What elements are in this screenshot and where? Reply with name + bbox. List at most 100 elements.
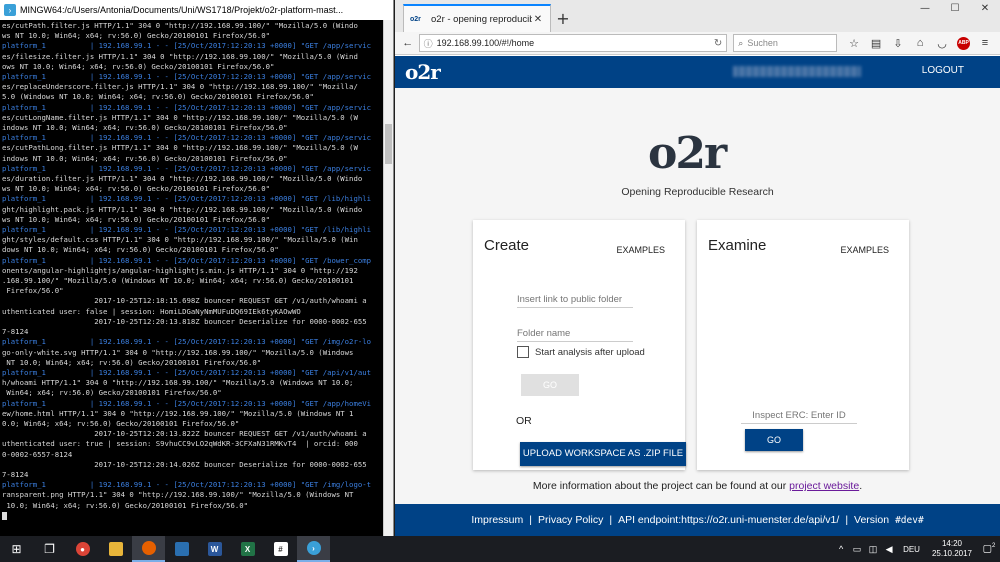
logout-button[interactable]: LOGOUT [922,65,964,76]
terminal-line: platform_1 | 192.168.99.1 - - [25/Oct/20… [2,225,372,235]
tray-chevron-up-icon[interactable]: ^ [833,544,849,554]
reload-icon[interactable]: ↻ [714,38,722,49]
terminal-line: uthenticated user: false | session: Homi… [2,306,301,316]
language-indicator[interactable]: DEU [903,545,920,554]
bookmark-star-icon[interactable]: ☆ [843,37,865,50]
terminal-prompt[interactable] [2,511,381,521]
desktop: › MINGW64:/c/Users/Antonia/Documents/Uni… [0,0,1000,562]
task-view-icon[interactable]: ❐ [33,536,66,562]
taskbar: ⊞ ❐ ● W X # › ^ ▭ ◫ ◀ DEU 14:20 25.10.20… [0,536,1000,562]
firefox-icon[interactable] [132,536,165,562]
terminal-line: ows NT 10.0; Win64; x64; rv:56.0) Gecko/… [2,61,275,71]
terminal-line: ew/home.html HTTP/1.1" 304 0 "http://192… [2,408,354,418]
download-icon[interactable]: ⇩ [887,37,909,50]
start-analysis-label: Start analysis after upload [535,346,645,358]
browser-window[interactable]: o2r o2r - opening reproducible ✕ + — ☐ ✕… [395,0,1000,536]
terminal-line: 0.0; Win64; x64; rv:56.0) Gecko/20100101… [2,418,240,428]
reading-list-icon[interactable]: ▤ [865,37,887,50]
notification-count: 2 [992,543,996,550]
slack-icon[interactable]: # [264,536,297,562]
terminal-window[interactable]: › MINGW64:/c/Users/Antonia/Documents/Uni… [0,0,394,536]
network-icon[interactable]: ◫ [865,544,881,555]
tab-close-icon[interactable]: ✕ [532,14,544,25]
new-tab-icon[interactable]: + [551,4,575,32]
clock-date: 25.10.2017 [931,549,972,558]
search-icon: ⌕ [738,37,744,48]
terminal-app-icon: › [4,4,16,16]
terminal-line: es/duration.filter.js HTTP/1.1" 304 0 "h… [2,174,363,184]
excel-icon[interactable]: X [231,536,264,562]
pocket-icon[interactable]: ◡ [931,37,953,50]
user-name-blurred[interactable] [733,66,861,77]
clock[interactable]: 14:20 25.10.2017 [932,539,972,559]
terminal-line: platform_1 | 192.168.99.1 - - [25/Oct/20… [2,255,372,265]
volume-icon[interactable]: ◀ [881,544,897,555]
terminal-line: .168.99.100/" "Mozilla/5.0 (Windows NT 1… [2,276,354,286]
upload-zip-button[interactable]: UPLOAD WORKSPACE AS .ZIP FILE [520,442,686,466]
api-endpoint-link[interactable]: API endpoint:https://o2r.uni-muenster.de… [618,514,839,526]
erc-id-input[interactable] [741,408,857,424]
terminal-scrollbar-thumb[interactable] [385,124,392,164]
terminal-line: 2017-10-25T12:20:13.822Z bouncer REQUEST… [2,429,367,439]
battery-icon[interactable]: ▭ [849,544,865,555]
more-info-suffix: . [859,480,863,492]
create-examples-link[interactable]: EXAMPLES [616,245,665,255]
minimize-icon[interactable]: — [910,0,940,20]
main-logo: o2r [648,128,727,179]
url-bar[interactable]: ⓘ 192.168.99.100/#!/home ↻ [418,34,728,52]
create-title: Create [484,237,530,254]
terminal-output[interactable]: es/cutPath.filter.js HTTP/1.1" 304 0 "ht… [0,20,383,536]
start-analysis-checkbox[interactable] [517,346,529,358]
footer-separator: | [529,514,532,526]
terminal-line: platform_1 | 192.168.99.1 - - [25/Oct/20… [2,367,372,377]
start-windows-icon[interactable]: ⊞ [0,536,33,562]
maximize-icon[interactable]: ☐ [940,0,970,20]
terminal-line: platform_1 | 192.168.99.1 - - [25/Oct/20… [2,41,372,51]
menu-icon[interactable]: ≡ [974,37,996,50]
terminal-line: ws NT 10.0; Win64; x64; rv:56.0) Gecko/2… [2,184,270,194]
or-label: OR [516,415,532,427]
examine-examples-link[interactable]: EXAMPLES [840,245,889,255]
toolbar-icons: ☆ ▤ ⇩ ⌂ ◡ ABP ≡ [843,36,996,50]
terminal-titlebar[interactable]: › MINGW64:/c/Users/Antonia/Documents/Uni… [0,0,393,20]
examine-go-button[interactable]: GO [745,429,803,451]
terminal-line: platform_1 | 192.168.99.1 - - [25/Oct/20… [2,102,372,112]
system-tray: ^ ▭ ◫ ◀ DEU 14:20 25.10.2017 ▢2 [833,536,1000,562]
chrome-icon[interactable]: ● [66,536,99,562]
terminal-line: 2017-10-25T12:20:13.818Z bouncer Deseria… [2,316,367,326]
terminal-line: platform_1 | 192.168.99.1 - - [25/Oct/20… [2,163,372,173]
start-analysis-row[interactable]: Start analysis after upload [517,346,645,358]
terminal-line: 10.0; Win64; x64; rv:56.0) Gecko/2010010… [2,500,249,510]
terminal-scrollbar[interactable] [383,20,393,536]
adblock-icon[interactable]: ABP [957,36,971,50]
file-explorer-icon[interactable] [99,536,132,562]
close-window-icon[interactable]: ✕ [970,0,1000,20]
home-icon[interactable]: ⌂ [909,37,931,50]
terminal-title: MINGW64:/c/Users/Antonia/Documents/Uni/W… [20,5,344,15]
create-go-button[interactable]: GO [521,374,579,396]
back-icon[interactable]: ← [399,37,417,49]
site-info-icon[interactable]: ⓘ [424,37,433,50]
terminal-line: indows NT 10.0; Win64; x64; rv:56.0) Gec… [2,123,288,133]
action-center-icon[interactable]: ▢2 [978,543,1000,554]
examine-card: Examine EXAMPLES GO [697,220,909,470]
impressum-link[interactable]: Impressum [471,514,523,526]
project-website-link[interactable]: project website [789,480,859,492]
privacy-policy-link[interactable]: Privacy Policy [538,514,603,526]
app-header: o2r LOGOUT [395,56,1000,88]
git-bash-icon[interactable]: › [297,536,330,562]
footer-separator: | [609,514,613,526]
terminal-line: NT 10.0; Win64; x64; rv:56.0) Gecko/2010… [2,357,262,367]
search-bar[interactable]: ⌕ Suchen [733,34,838,52]
tab-o2r[interactable]: o2r o2r - opening reproducible ✕ [403,4,551,32]
folder-name-input[interactable] [517,326,633,342]
settings-app-icon[interactable] [165,536,198,562]
terminal-line: onents/angular-highlightjs/angular-highl… [2,265,358,275]
create-card: Create EXAMPLES Start analysis after upl… [473,220,686,470]
word-icon[interactable]: W [198,536,231,562]
public-folder-link-input[interactable] [517,292,633,308]
terminal-line: ght/styles/default.css HTTP/1.1" 304 0 "… [2,235,358,245]
terminal-line: 7-8124 [2,327,29,337]
app-header-logo[interactable]: o2r [405,60,441,84]
terminal-line: dows NT 10.0; Win64; x64; rv:56.0) Gecko… [2,245,279,255]
